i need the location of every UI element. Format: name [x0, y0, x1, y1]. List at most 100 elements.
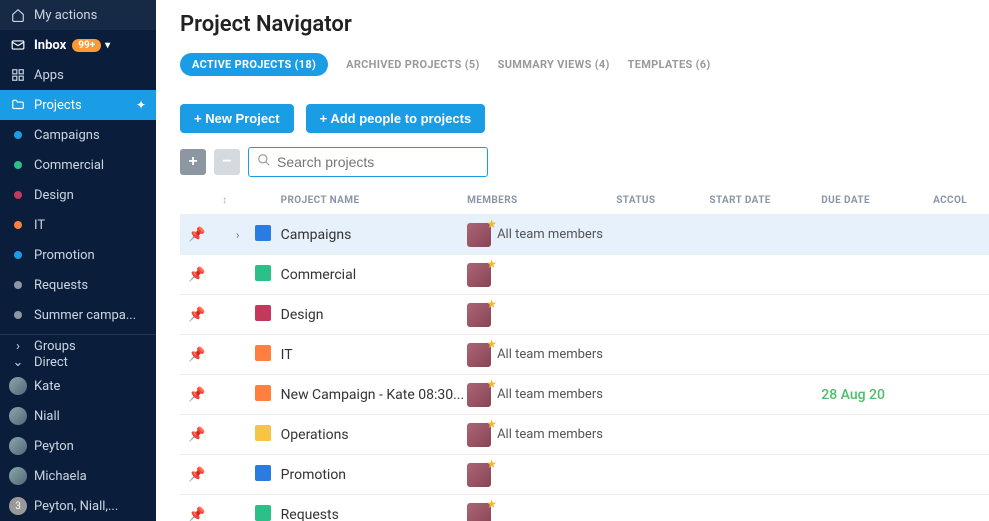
sidebar-direct[interactable]: ⌄ Direct: [0, 355, 156, 371]
avatar-icon: [9, 377, 27, 395]
sidebar-groups[interactable]: › Groups: [0, 339, 156, 355]
sidebar-item-label: Design: [34, 188, 74, 203]
sidebar-item-label: Inbox: [34, 38, 66, 53]
cursor-icon: ✦: [136, 98, 146, 112]
table-row[interactable]: 📌Operations★All team members: [180, 414, 989, 454]
new-project-button[interactable]: + New Project: [180, 104, 294, 133]
count-badge: 3: [9, 497, 27, 515]
tab-archived-projects-[interactable]: ARCHIVED PROJECTS (5): [346, 58, 480, 71]
table-row[interactable]: 📌 Promotion ★: [180, 454, 989, 494]
project-name[interactable]: IT: [281, 347, 293, 363]
members-cell: ★: [467, 263, 616, 287]
sidebar-item-label: IT: [34, 218, 45, 233]
avatar-icon: ★: [467, 423, 491, 447]
table-row[interactable]: 📌 IT ★All team members: [180, 334, 989, 374]
project-name[interactable]: Design: [281, 307, 324, 323]
dot-icon: [10, 281, 26, 289]
search-projects[interactable]: [248, 147, 488, 177]
search-input[interactable]: [277, 154, 479, 170]
star-icon: ★: [486, 257, 497, 271]
table-row[interactable]: 📌Requests★: [180, 494, 989, 521]
col-status[interactable]: STATUS: [616, 195, 709, 206]
tab-summary-views-[interactable]: SUMMARY VIEWS (4): [498, 58, 610, 71]
tab-active-projects-[interactable]: ACTIVE PROJECTS (18): [180, 53, 328, 76]
table-row[interactable]: 📌 › Campaigns ★All team members: [180, 214, 989, 254]
expand-icon[interactable]: ›: [236, 228, 240, 242]
direct-item-peyton[interactable]: Peyton: [0, 431, 156, 461]
direct-item-michaela[interactable]: Michaela: [0, 461, 156, 491]
color-swatch: [255, 345, 271, 361]
project-name[interactable]: New Campaign - Kate 08:30...: [281, 387, 465, 403]
remove-filter-button[interactable]: −: [214, 149, 240, 175]
col-members[interactable]: MEMBERS: [467, 195, 616, 206]
filter-row: + −: [180, 147, 989, 177]
sidebar-item-label: Projects: [34, 98, 82, 113]
inbox-badge: 99+: [72, 39, 101, 52]
sidebar: My actionsInbox99+▾AppsProjects✦Campaign…: [0, 0, 156, 521]
pin-icon[interactable]: 📌: [188, 227, 205, 243]
sidebar-item-it[interactable]: IT: [0, 210, 156, 240]
due-date: 28 Aug 20: [821, 387, 885, 403]
dot-icon: [10, 311, 26, 319]
sidebar-item-promotion[interactable]: Promotion: [0, 240, 156, 270]
sidebar-item-inbox[interactable]: Inbox99+▾: [0, 30, 156, 60]
direct-item-kate[interactable]: Kate: [0, 371, 156, 401]
project-name[interactable]: Promotion: [281, 467, 346, 483]
sidebar-item-campaigns[interactable]: Campaigns: [0, 120, 156, 150]
sidebar-item-apps[interactable]: Apps: [0, 60, 156, 90]
tab-templates-[interactable]: TEMPLATES (6): [628, 58, 711, 71]
members-cell: ★All team members: [467, 223, 616, 247]
direct-item-niall[interactable]: Niall: [0, 401, 156, 431]
sidebar-item-label: Campaigns: [34, 128, 100, 143]
direct-item-peyton-niall-[interactable]: 3 Peyton, Niall,...: [0, 491, 156, 521]
pin-icon[interactable]: 📌: [188, 427, 205, 443]
color-swatch: [255, 425, 271, 441]
sidebar-direct-label: Direct: [34, 355, 68, 370]
table-row[interactable]: 📌 Design ★: [180, 294, 989, 334]
direct-item-label: Peyton: [34, 439, 74, 454]
sidebar-item-design[interactable]: Design: [0, 180, 156, 210]
chevron-down-icon: ⌄: [10, 355, 26, 370]
dot-icon: [10, 161, 26, 169]
pin-icon[interactable]: 📌: [188, 467, 205, 483]
table-row[interactable]: 📌 Commercial ★: [180, 254, 989, 294]
col-start-date[interactable]: START DATE: [709, 195, 821, 206]
sidebar-item-summer-campa-[interactable]: Summer campa...: [0, 300, 156, 330]
sidebar-item-label: Promotion: [34, 248, 95, 263]
sort-icon[interactable]: ↕: [214, 195, 236, 206]
project-name[interactable]: Campaigns: [281, 227, 352, 243]
pin-icon[interactable]: 📌: [188, 307, 205, 323]
table-header: ↕ PROJECT NAME MEMBERS STATUS START DATE…: [180, 195, 989, 214]
mail-icon: [10, 38, 26, 52]
col-due-date[interactable]: DUE DATE: [821, 195, 933, 206]
members-cell: ★: [467, 303, 616, 327]
sidebar-item-requests[interactable]: Requests: [0, 270, 156, 300]
avatar-icon: ★: [467, 463, 491, 487]
sidebar-item-commercial[interactable]: Commercial: [0, 150, 156, 180]
star-icon: ★: [486, 337, 497, 351]
pin-icon[interactable]: 📌: [188, 267, 205, 283]
direct-item-label: Peyton, Niall,...: [34, 499, 118, 514]
members-text: All team members: [497, 387, 603, 402]
add-filter-button[interactable]: +: [180, 149, 206, 175]
members-cell: ★All team members: [467, 343, 616, 367]
star-icon: ★: [486, 377, 497, 391]
sidebar-item-projects[interactable]: Projects ✦: [0, 90, 156, 120]
pin-icon[interactable]: 📌: [188, 507, 205, 521]
avatar-icon: ★: [467, 223, 491, 247]
col-accol[interactable]: ACCOL: [933, 195, 989, 206]
project-name[interactable]: Requests: [281, 507, 339, 521]
col-project-name[interactable]: PROJECT NAME: [281, 195, 467, 206]
pin-icon[interactable]: 📌: [188, 387, 205, 403]
project-name[interactable]: Operations: [281, 427, 349, 443]
pin-icon[interactable]: 📌: [188, 347, 205, 363]
sidebar-item-my-actions[interactable]: My actions: [0, 0, 156, 30]
add-people-button[interactable]: + Add people to projects: [306, 104, 486, 133]
table-row[interactable]: 📌New Campaign - Kate 08:30...★All team m…: [180, 374, 989, 414]
avatar-icon: ★: [467, 263, 491, 287]
avatar-icon: ★: [467, 383, 491, 407]
star-icon: ★: [486, 217, 497, 231]
project-name[interactable]: Commercial: [281, 267, 356, 283]
dot-icon: [10, 191, 26, 199]
avatar-icon: ★: [467, 303, 491, 327]
